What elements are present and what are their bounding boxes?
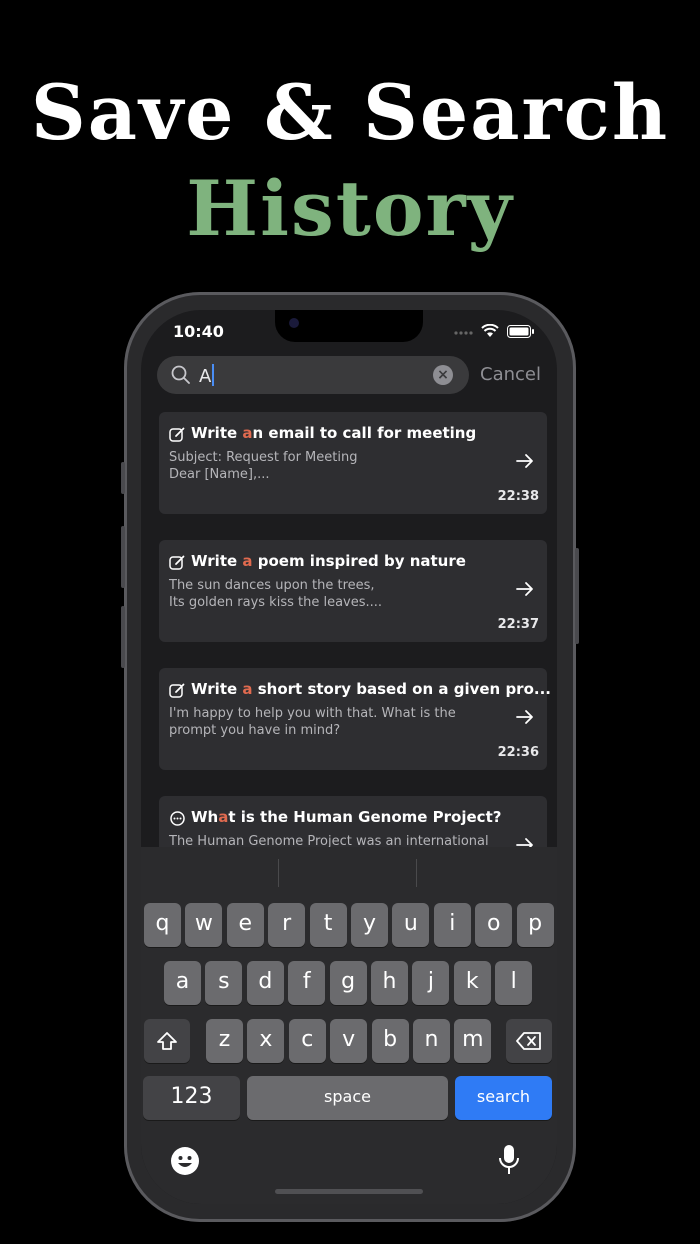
history-item-title: What is the Human Genome Project? bbox=[191, 808, 501, 826]
wifi-icon bbox=[481, 324, 499, 337]
compose-icon bbox=[169, 555, 185, 570]
history-item-preview: Subject: Request for Meeting Dear [Name],… bbox=[169, 449, 489, 483]
emoji-key[interactable] bbox=[163, 1140, 207, 1184]
status-time: 10:40 bbox=[173, 322, 224, 341]
history-item-title: Write a short story based on a given pro… bbox=[191, 680, 551, 698]
preview-line: The sun dances upon the trees, bbox=[169, 578, 375, 593]
arrow-right-icon[interactable] bbox=[515, 580, 535, 598]
text-caret bbox=[212, 364, 215, 386]
title-text: short story based on a given pro... bbox=[252, 680, 551, 698]
key-n[interactable]: n bbox=[413, 1019, 450, 1063]
phone-button bbox=[575, 548, 579, 644]
compose-icon bbox=[169, 683, 185, 698]
arrow-right-icon[interactable] bbox=[515, 708, 535, 726]
title-highlight: a bbox=[242, 424, 253, 442]
camera-icon bbox=[289, 318, 299, 328]
key-d[interactable]: d bbox=[246, 961, 284, 1005]
search-input[interactable]: A × bbox=[157, 356, 469, 394]
space-key[interactable]: space bbox=[247, 1076, 448, 1120]
numbers-key[interactable]: 123 bbox=[143, 1076, 240, 1120]
title-text: Wh bbox=[191, 808, 219, 826]
key-v[interactable]: v bbox=[330, 1019, 368, 1063]
history-item-time: 22:36 bbox=[497, 745, 539, 760]
title-highlight: a bbox=[242, 552, 253, 570]
title-text: t is the Human Genome Project? bbox=[228, 808, 502, 826]
key-a[interactable]: a bbox=[164, 961, 201, 1005]
preview-line: I'm happy to help you with that. What is… bbox=[169, 706, 456, 721]
key-f[interactable]: f bbox=[288, 961, 326, 1005]
title-text: Write bbox=[191, 680, 243, 698]
key-t[interactable]: t bbox=[309, 903, 347, 947]
status-icons bbox=[453, 324, 535, 338]
search-key[interactable]: search bbox=[455, 1076, 552, 1120]
phone-button bbox=[121, 462, 125, 494]
key-y[interactable]: y bbox=[351, 903, 388, 947]
history-item[interactable]: Write an email to call for meeting Subje… bbox=[159, 412, 547, 514]
key-l[interactable]: l bbox=[495, 961, 533, 1005]
key-i[interactable]: i bbox=[433, 903, 471, 947]
key-s[interactable]: s bbox=[205, 961, 243, 1005]
key-m[interactable]: m bbox=[454, 1019, 492, 1063]
key-g[interactable]: g bbox=[329, 961, 367, 1005]
arrow-right-icon[interactable] bbox=[515, 452, 535, 470]
preview-line: Its golden rays kiss the leaves.... bbox=[169, 595, 383, 610]
battery-icon bbox=[507, 324, 534, 338]
notch bbox=[275, 310, 423, 342]
headline-subtitle: History bbox=[186, 164, 514, 253]
key-z[interactable]: z bbox=[206, 1019, 243, 1063]
suggestion-divider bbox=[416, 859, 417, 887]
delete-icon bbox=[516, 1032, 541, 1050]
phone-button bbox=[121, 606, 125, 668]
search-query-text: A bbox=[199, 366, 212, 387]
key-r[interactable]: r bbox=[268, 903, 306, 947]
cancel-button[interactable]: Cancel bbox=[480, 364, 541, 385]
clear-icon[interactable]: × bbox=[433, 365, 453, 385]
shift-key[interactable] bbox=[144, 1019, 190, 1063]
home-indicator bbox=[275, 1189, 423, 1194]
history-item-time: 22:38 bbox=[497, 489, 539, 504]
title-text: Write bbox=[191, 424, 243, 442]
search-icon bbox=[171, 365, 190, 384]
delete-key[interactable] bbox=[506, 1019, 552, 1063]
key-q[interactable]: q bbox=[144, 903, 181, 947]
key-j[interactable]: j bbox=[412, 961, 450, 1005]
preview-line: prompt you have in mind? bbox=[169, 723, 341, 738]
compose-icon bbox=[169, 427, 185, 442]
key-e[interactable]: e bbox=[226, 903, 264, 947]
title-text: Write bbox=[191, 552, 243, 570]
key-x[interactable]: x bbox=[247, 1019, 285, 1063]
chat-bubble-icon bbox=[170, 811, 185, 826]
history-item-preview: I'm happy to help you with that. What is… bbox=[169, 705, 489, 739]
dictation-key[interactable] bbox=[487, 1140, 531, 1184]
title-text: n email to call for meeting bbox=[252, 424, 477, 442]
history-item-time: 22:37 bbox=[497, 617, 539, 632]
key-b[interactable]: b bbox=[371, 1019, 409, 1063]
history-item-title: Write a poem inspired by nature bbox=[191, 552, 466, 570]
history-item-preview: The sun dances upon the trees, Its golden… bbox=[169, 577, 489, 611]
history-item[interactable]: Write a poem inspired by nature The sun … bbox=[159, 540, 547, 642]
phone-screen: 10:40 A × Cancel Write an email to call … bbox=[141, 310, 557, 1204]
title-text: poem inspired by nature bbox=[252, 552, 466, 570]
preview-line: Subject: Request for Meeting bbox=[169, 450, 358, 465]
signal-icon bbox=[454, 331, 473, 335]
key-p[interactable]: p bbox=[516, 903, 554, 947]
headline-title: Save & Search bbox=[30, 68, 670, 157]
emoji-icon bbox=[171, 1147, 199, 1175]
key-o[interactable]: o bbox=[475, 903, 513, 947]
phone-button bbox=[121, 526, 125, 588]
key-w[interactable]: w bbox=[185, 903, 223, 947]
shift-icon bbox=[157, 1032, 177, 1050]
title-highlight: a bbox=[242, 680, 253, 698]
key-c[interactable]: c bbox=[288, 1019, 326, 1063]
search-query: A bbox=[199, 364, 215, 387]
title-highlight: a bbox=[218, 808, 229, 826]
preview-line: Dear [Name],... bbox=[169, 467, 270, 482]
microphone-icon bbox=[499, 1145, 519, 1174]
history-item-title: Write an email to call for meeting bbox=[191, 424, 476, 442]
suggestion-divider bbox=[278, 859, 279, 887]
key-h[interactable]: h bbox=[371, 961, 408, 1005]
key-k[interactable]: k bbox=[453, 961, 491, 1005]
key-u[interactable]: u bbox=[392, 903, 430, 947]
history-item[interactable]: Write a short story based on a given pro… bbox=[159, 668, 551, 770]
